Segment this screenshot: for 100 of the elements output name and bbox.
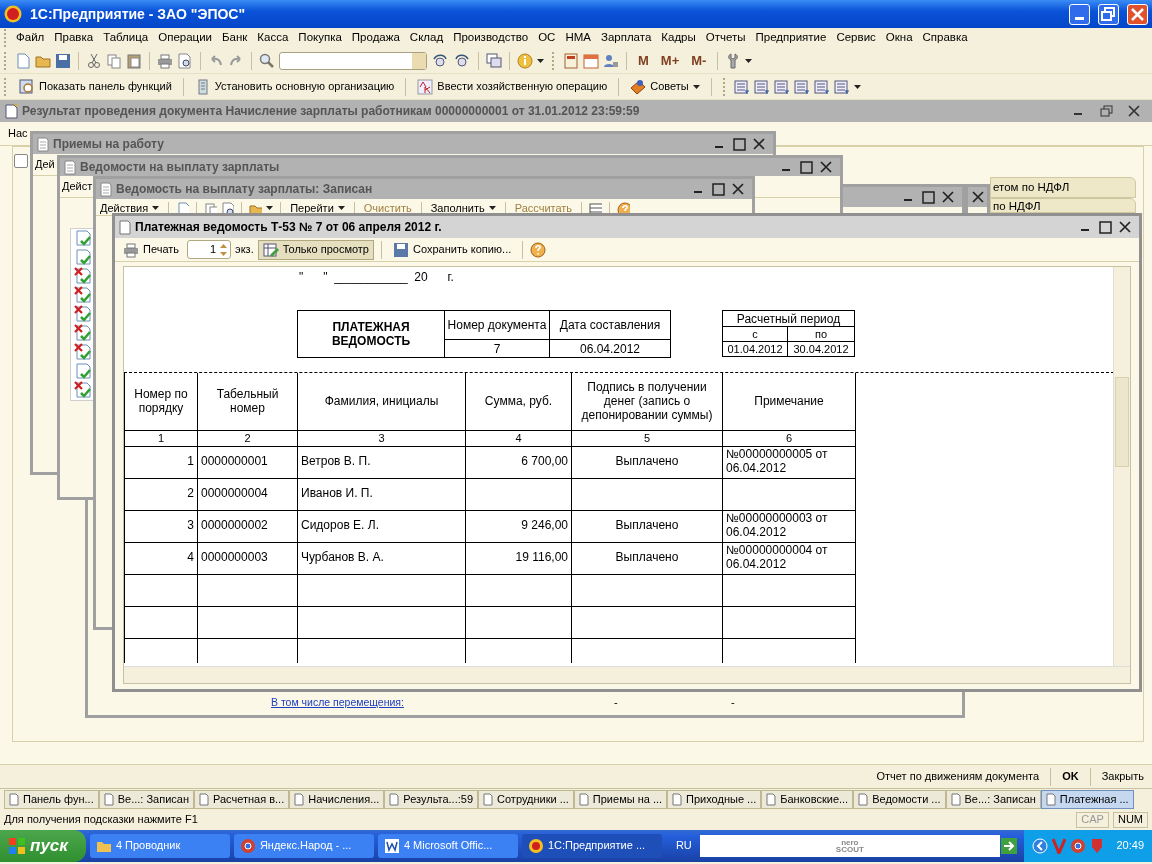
copies-field[interactable]: 1 — [187, 240, 232, 259]
search-previous-icon[interactable] — [453, 52, 471, 69]
menu-item[interactable]: Банк — [217, 31, 253, 45]
user-lock-icon[interactable] — [603, 52, 619, 69]
menu-item[interactable]: Справка — [917, 31, 973, 45]
memory-button[interactable]: M- — [687, 51, 711, 70]
footer-button[interactable]: Закрыть — [1101, 769, 1144, 784]
search-field[interactable] — [279, 51, 427, 70]
toolbar-button[interactable]: Нас — [8, 126, 28, 141]
search-field[interactable]: nero SCOUT — [699, 835, 1000, 857]
menu-item[interactable]: Сервис — [831, 31, 881, 45]
toolbar-button[interactable]: Перейти — [288, 201, 347, 215]
window-tab[interactable]: Банковские... — [761, 789, 854, 810]
antivirus-icon[interactable] — [1052, 838, 1067, 854]
toolbar-button[interactable]: Дейст — [62, 179, 93, 194]
menu-item[interactable]: Отчеты — [700, 31, 751, 45]
caret-icon[interactable] — [853, 84, 861, 89]
window-tab[interactable]: Начисления... — [289, 789, 385, 810]
maximize-button[interactable] — [799, 160, 813, 174]
report-icon[interactable] — [773, 78, 790, 95]
maximize-button[interactable] — [732, 137, 746, 151]
caret-icon[interactable] — [745, 58, 753, 63]
toolbar-button[interactable]: Советы — [626, 77, 704, 96]
menu-item[interactable]: Файл — [11, 31, 50, 45]
menu-item[interactable]: Правка — [49, 31, 99, 45]
restore-button[interactable] — [1099, 104, 1113, 118]
report-icon[interactable] — [733, 78, 750, 95]
close-button[interactable] — [732, 183, 744, 195]
search-icon[interactable] — [259, 52, 275, 69]
report-icon[interactable] — [753, 78, 770, 95]
close-button[interactable] — [942, 191, 954, 203]
taskbar-button[interactable]: 1С:Предприятие ... — [521, 834, 662, 858]
preview-icon[interactable] — [177, 52, 193, 69]
toolbar-button[interactable]: Заполнить — [428, 201, 498, 215]
save-icon[interactable] — [55, 52, 71, 69]
browser-icon[interactable] — [1070, 838, 1087, 854]
taskbar-button[interactable]: Яндекс.Народ - ... — [233, 834, 374, 858]
panel-icon[interactable] — [19, 78, 35, 95]
footer-button[interactable]: Отчет по движениям документа — [876, 769, 1040, 784]
scissors-icon[interactable] — [86, 52, 102, 69]
debit-credit-icon[interactable] — [417, 78, 434, 95]
caret-icon[interactable] — [692, 84, 700, 89]
footer-button[interactable]: OK — [1062, 769, 1079, 784]
help-icon[interactable] — [530, 241, 547, 258]
printer-icon[interactable] — [123, 241, 139, 258]
memory-button[interactable]: M — [634, 51, 653, 70]
menu-item[interactable]: Склад — [404, 31, 449, 45]
minimize-button[interactable] — [1069, 3, 1090, 25]
print-button[interactable]: Печать — [119, 240, 184, 259]
restore-button[interactable] — [1098, 3, 1119, 25]
window-tab[interactable]: Ве...: Записан — [945, 789, 1041, 810]
menu-item[interactable]: НМА — [560, 31, 596, 45]
clipboard-icon[interactable] — [126, 52, 142, 69]
close-button[interactable] — [1119, 221, 1131, 233]
search-next-icon[interactable] — [431, 52, 449, 69]
checkbox[interactable] — [14, 154, 28, 168]
menu-item[interactable]: Производство — [448, 31, 534, 45]
window-tab[interactable]: Сотрудники ... — [478, 789, 574, 810]
menu-item[interactable]: Окна — [880, 31, 918, 45]
printer-icon[interactable] — [157, 52, 173, 69]
language-indicator[interactable]: RU — [675, 839, 692, 853]
window-tab[interactable]: Ведомости ... — [853, 789, 946, 810]
window-tab[interactable]: Панель фун... — [4, 789, 99, 810]
close-button[interactable] — [1128, 105, 1140, 117]
caret-icon[interactable] — [537, 58, 544, 63]
table-edit-icon[interactable] — [262, 241, 279, 258]
menu-item[interactable]: Кадры — [656, 31, 701, 45]
close-button[interactable] — [820, 161, 832, 173]
menu-item[interactable]: Покупка — [293, 31, 347, 45]
report-icon[interactable] — [833, 78, 850, 95]
menu-item[interactable]: Продажа — [346, 31, 405, 45]
calculator-icon[interactable] — [563, 52, 579, 69]
menu-item[interactable]: Предприятие — [750, 31, 832, 45]
copy-icon[interactable] — [106, 52, 122, 69]
memory-button[interactable]: M+ — [656, 51, 684, 70]
view-only-toggle[interactable]: Только просмотр — [257, 239, 374, 260]
menu-item[interactable]: ОС — [533, 31, 561, 45]
maximize-button[interactable] — [921, 190, 935, 204]
windows-icon[interactable] — [486, 52, 502, 69]
maximize-button[interactable] — [1098, 220, 1112, 234]
save-copy-button[interactable]: Сохранить копию... — [389, 240, 516, 259]
taskbar-button[interactable]: 4 Microsoft Offic... — [377, 834, 518, 858]
menu-item[interactable]: Таблица — [98, 31, 154, 45]
tab[interactable]: по НДФЛ — [990, 198, 1136, 213]
window-tab[interactable]: Платежная ... — [1040, 789, 1134, 810]
window-tab[interactable]: Расчетная в... — [194, 789, 290, 810]
menu-item[interactable]: Касса — [252, 31, 294, 45]
menu-item[interactable]: Зарплата — [595, 31, 657, 45]
maximize-button[interactable] — [711, 182, 725, 196]
window-tab[interactable]: Приходные ... — [667, 789, 762, 810]
menu-item[interactable]: Операции — [153, 31, 218, 45]
horizontal-scrollbar[interactable] — [124, 666, 1130, 683]
toolbar-button[interactable]: Дей — [35, 157, 55, 172]
window-tab[interactable]: Ве...: Записан — [98, 789, 195, 810]
toolbar-button[interactable]: Установить основную организацию — [190, 77, 399, 96]
taskbar-button[interactable]: 4 Проводник — [89, 834, 230, 858]
spin-icon[interactable] — [219, 241, 229, 258]
report-icon[interactable] — [813, 78, 830, 95]
save-icon[interactable] — [393, 241, 409, 258]
toolbar-button[interactable]: Ввести хозяйственную операцию — [413, 77, 612, 96]
